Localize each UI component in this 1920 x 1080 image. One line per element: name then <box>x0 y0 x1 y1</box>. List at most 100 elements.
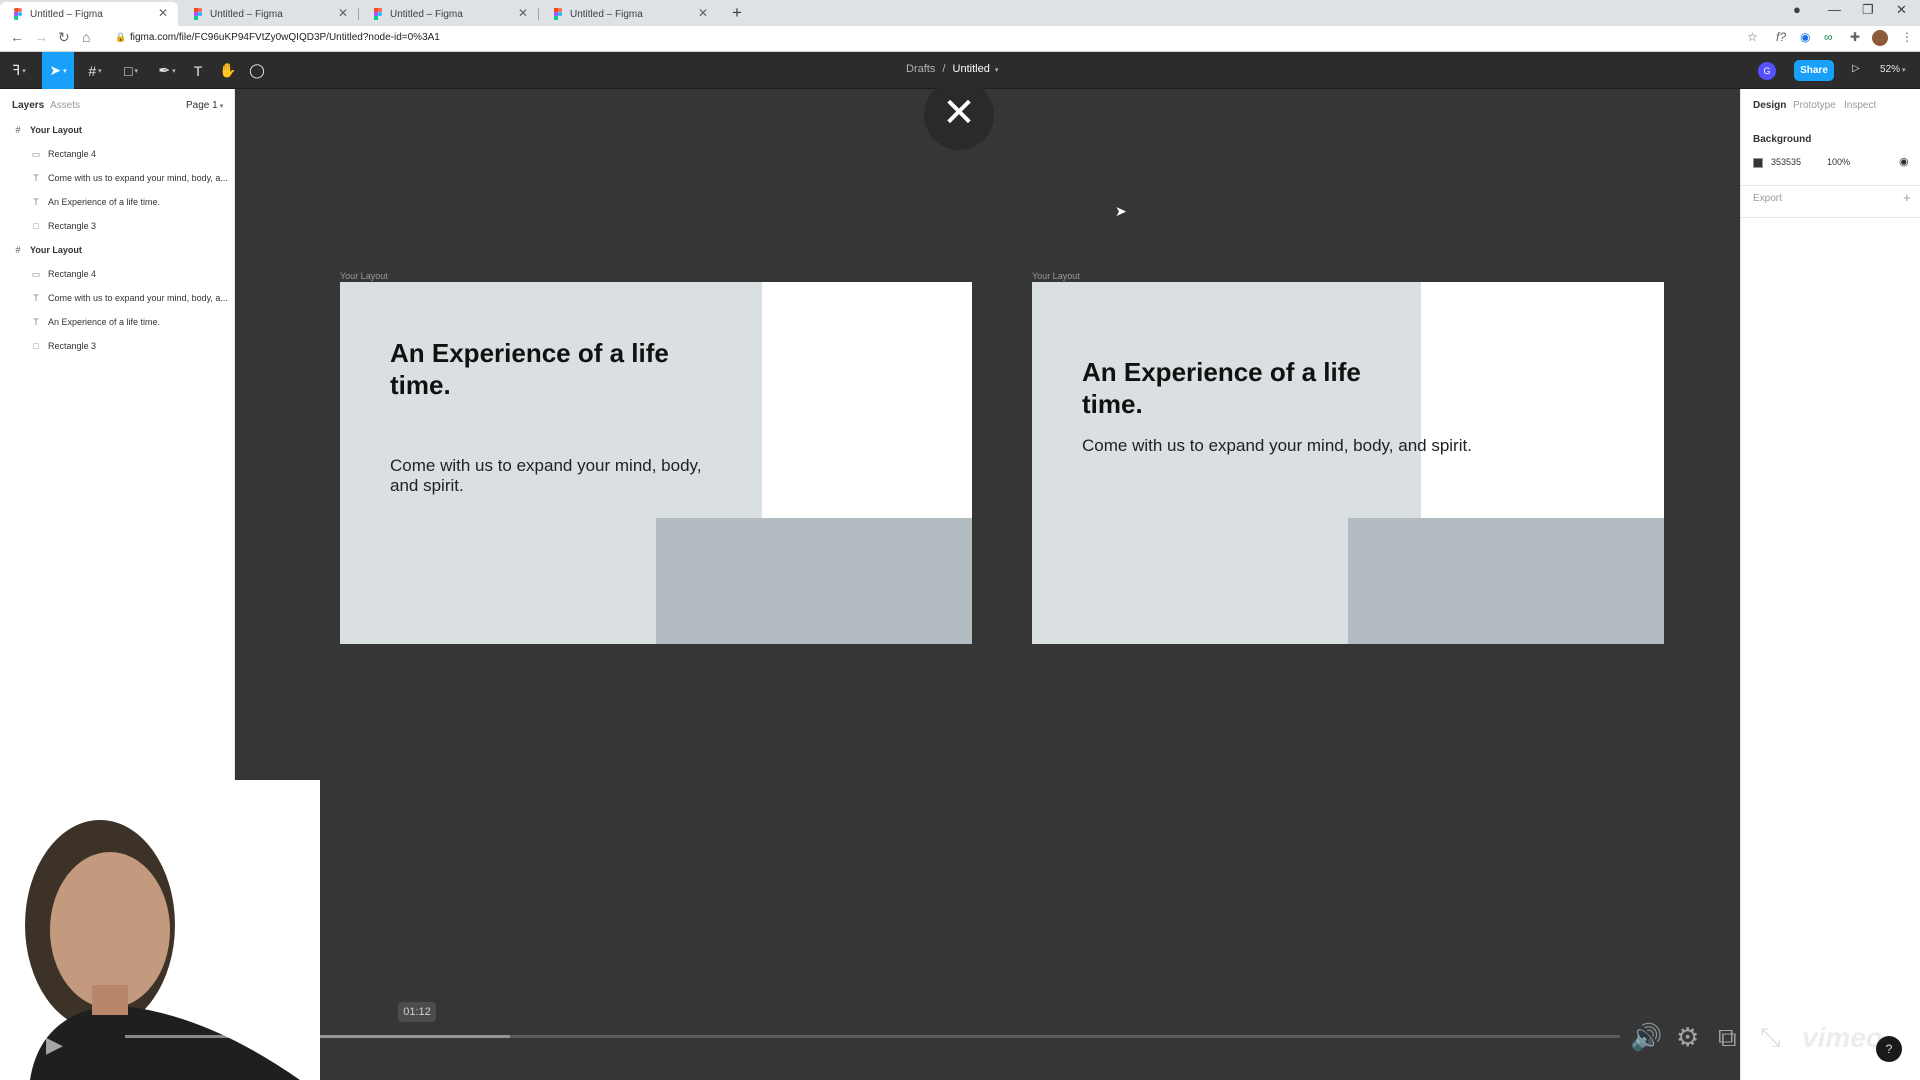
frame-body-text[interactable]: Come with us to expand your mind, body, … <box>1082 436 1542 456</box>
share-button[interactable]: Share <box>1794 60 1834 81</box>
layer-row-rect[interactable]: □ Rectangle 3 <box>0 214 235 238</box>
canvas[interactable]: Your Layout An Experience of a life time… <box>235 89 1740 1080</box>
volume-icon[interactable]: 🔊 <box>1630 1022 1662 1053</box>
close-overlay-button[interactable]: ✕ <box>924 80 994 150</box>
extensions-puzzle-icon[interactable]: ✚ <box>1850 30 1860 44</box>
chevron-down-icon[interactable]: ▾ <box>995 67 999 74</box>
comment-tool-button[interactable]: ◯ <box>243 52 271 89</box>
layer-row-rect[interactable]: ▭ Rectangle 4 <box>0 262 235 286</box>
text-tool-button[interactable]: T <box>184 52 212 89</box>
layer-row-text[interactable]: T An Experience of a life time. <box>0 190 235 214</box>
pen-tool-button[interactable]: ✒ ▾ <box>152 52 182 89</box>
breadcrumb-separator: / <box>942 63 946 75</box>
divider <box>1741 185 1920 186</box>
layer-row-rect[interactable]: □ Rectangle 3 <box>0 334 235 358</box>
figma-main-menu-button[interactable]: ꟻ ▾ <box>4 52 34 89</box>
forward-icon[interactable]: → <box>34 29 48 45</box>
tab-inspect[interactable]: Inspect <box>1844 100 1876 111</box>
tab-prototype[interactable]: Prototype <box>1793 100 1836 111</box>
browser-tab-2[interactable]: Untitled – Figma ✕ <box>180 2 359 26</box>
figma-logo-icon: ꟻ <box>12 62 21 78</box>
tab-title: Untitled – Figma <box>210 8 283 20</box>
frame-hash-icon: # <box>88 62 97 79</box>
lock-icon[interactable]: 🔒 <box>115 32 126 43</box>
browser-tab-1[interactable]: Untitled – Figma ✕ <box>0 2 178 26</box>
frame-heading[interactable]: An Experience of a life time. <box>1082 356 1382 420</box>
zoom-dropdown[interactable]: 52% ▾ <box>1880 64 1906 75</box>
close-icon: ✕ <box>942 91 976 135</box>
white-rectangle[interactable] <box>1421 282 1664 518</box>
tab-layers[interactable]: Layers <box>12 100 44 111</box>
help-button[interactable]: ? <box>1876 1036 1902 1062</box>
home-icon[interactable]: ⌂ <box>82 29 90 45</box>
figma-favicon-icon <box>554 8 562 20</box>
extension-green-icon[interactable]: ∞ <box>1824 30 1833 44</box>
comment-bubble-icon: ◯ <box>249 62 265 78</box>
avatar[interactable]: G <box>1758 62 1776 80</box>
figma-favicon-icon <box>194 8 202 20</box>
url-field[interactable]: figma.com/file/FC96uKP94FVtZy0wQIQD3P/Un… <box>130 32 440 43</box>
tab-assets[interactable]: Assets <box>50 100 80 111</box>
minimize-icon[interactable]: — <box>1828 2 1841 17</box>
reload-icon[interactable]: ↻ <box>58 29 70 46</box>
frame-label[interactable]: Your Layout <box>1032 271 1080 281</box>
layer-row-text[interactable]: T Come with us to expand your mind, body… <box>0 166 235 190</box>
back-icon[interactable]: ← <box>10 29 24 45</box>
design-frame-1[interactable]: An Experience of a life time. Come with … <box>340 282 972 644</box>
profile-dot-icon[interactable]: ● <box>1793 2 1801 17</box>
extension-person-icon[interactable]: ◉ <box>1800 30 1810 44</box>
background-color-swatch[interactable] <box>1753 158 1763 168</box>
white-rectangle[interactable] <box>762 282 972 518</box>
background-hex-input[interactable]: 353535 <box>1771 157 1801 167</box>
close-window-icon[interactable]: ✕ <box>1896 2 1907 18</box>
frame-hash-icon: # <box>15 125 21 135</box>
layer-label: An Experience of a life time. <box>48 317 161 327</box>
shape-tool-button[interactable]: □ ▾ <box>116 52 146 89</box>
close-tab-icon[interactable]: ✕ <box>518 6 528 20</box>
profile-avatar[interactable] <box>1872 30 1888 46</box>
zoom-level: 52% <box>1880 64 1901 75</box>
layer-label: Your Layout <box>30 245 82 255</box>
settings-gear-icon[interactable]: ⚙ <box>1676 1022 1699 1053</box>
visibility-eye-icon[interactable]: ◉ <box>1899 155 1909 168</box>
gray-rectangle[interactable] <box>656 518 972 644</box>
layer-row-frame[interactable]: # Your Layout <box>0 118 235 142</box>
fullscreen-icon[interactable]: ⤡ <box>1760 1022 1781 1054</box>
close-tab-icon[interactable]: ✕ <box>698 6 708 20</box>
rectangle-icon: □ <box>33 341 39 351</box>
layer-row-rect[interactable]: ▭ Rectangle 4 <box>0 142 235 166</box>
move-tool-button[interactable]: ➤ ▾ <box>42 52 74 89</box>
picture-in-picture-icon[interactable]: ⧉ <box>1718 1022 1737 1054</box>
frame-heading[interactable]: An Experience of a life time. <box>390 337 690 401</box>
close-tab-icon[interactable]: ✕ <box>338 6 348 20</box>
layer-row-text[interactable]: T Come with us to expand your mind, body… <box>0 286 235 310</box>
layer-row-text[interactable]: T An Experience of a life time. <box>0 310 235 334</box>
frame-body-text[interactable]: Come with us to expand your mind, body, … <box>390 456 730 496</box>
restore-icon[interactable]: ❐ <box>1862 2 1874 18</box>
frame-label[interactable]: Your Layout <box>340 271 388 281</box>
browser-tab-4[interactable]: Untitled – Figma ✕ <box>540 2 718 26</box>
hand-tool-button[interactable]: ✋ <box>214 52 242 89</box>
extension-fx-icon[interactable]: f? <box>1776 30 1786 44</box>
tab-design[interactable]: Design <box>1753 100 1786 111</box>
layer-label: Rectangle 3 <box>48 341 97 351</box>
tab-title: Untitled – Figma <box>570 8 643 20</box>
vimeo-logo[interactable]: vimeo <box>1802 1022 1883 1054</box>
gray-rectangle[interactable] <box>1348 518 1664 644</box>
page-selector[interactable]: Page 1 ▾ <box>186 100 223 111</box>
add-export-icon[interactable]: + <box>1903 190 1911 205</box>
background-opacity-input[interactable]: 100% <box>1827 157 1850 167</box>
new-tab-icon[interactable]: + <box>732 3 742 23</box>
browser-tab-3[interactable]: Untitled – Figma ✕ <box>360 2 539 26</box>
breadcrumb-project[interactable]: Drafts <box>906 63 935 75</box>
close-tab-icon[interactable]: ✕ <box>158 6 168 20</box>
layer-row-frame[interactable]: # Your Layout <box>0 238 235 262</box>
video-play-icon[interactable]: ▶ <box>46 1032 63 1058</box>
present-play-icon[interactable]: ▷ <box>1852 63 1860 74</box>
browser-menu-icon[interactable]: ⋮ <box>1901 30 1913 44</box>
file-name[interactable]: Untitled <box>953 63 990 75</box>
bookmark-star-icon[interactable]: ☆ <box>1747 30 1758 44</box>
export-section-title[interactable]: Export <box>1753 193 1782 204</box>
frame-tool-button[interactable]: # ▾ <box>80 52 110 89</box>
design-frame-2[interactable]: An Experience of a life time. Come with … <box>1032 282 1664 644</box>
